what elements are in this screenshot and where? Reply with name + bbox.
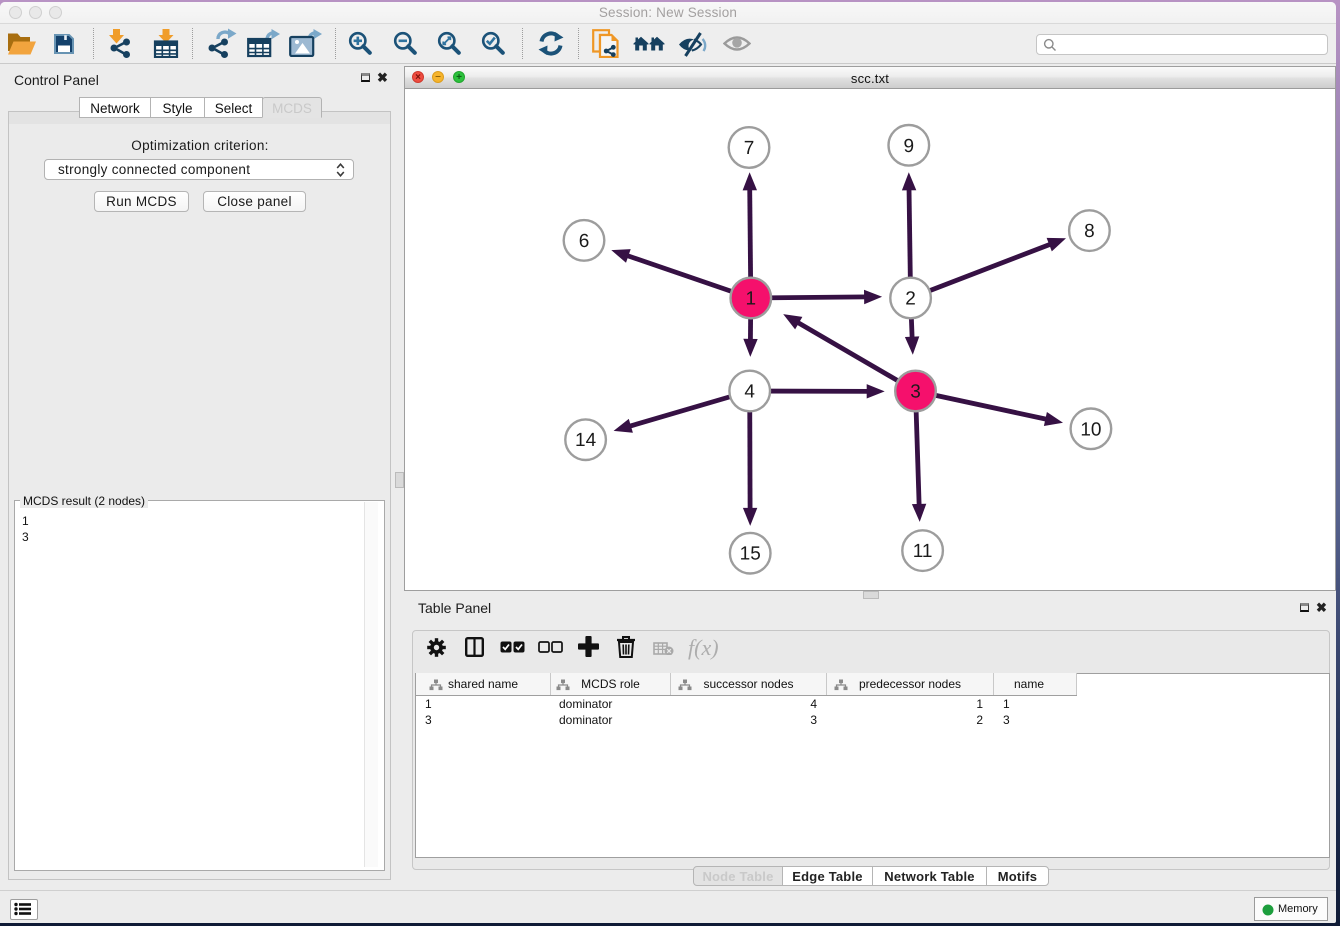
svg-text:2: 2 <box>905 289 916 310</box>
svg-text:15: 15 <box>740 544 761 565</box>
svg-text:14: 14 <box>575 430 597 451</box>
svg-text:3: 3 <box>910 382 921 403</box>
svg-text:9: 9 <box>904 136 915 157</box>
svg-text:11: 11 <box>913 541 933 562</box>
svg-text:7: 7 <box>744 138 755 159</box>
svg-text:8: 8 <box>1084 221 1095 242</box>
svg-text:10: 10 <box>1080 419 1101 440</box>
svg-text:1: 1 <box>746 289 757 310</box>
svg-text:6: 6 <box>579 231 590 252</box>
svg-text:4: 4 <box>744 382 755 403</box>
